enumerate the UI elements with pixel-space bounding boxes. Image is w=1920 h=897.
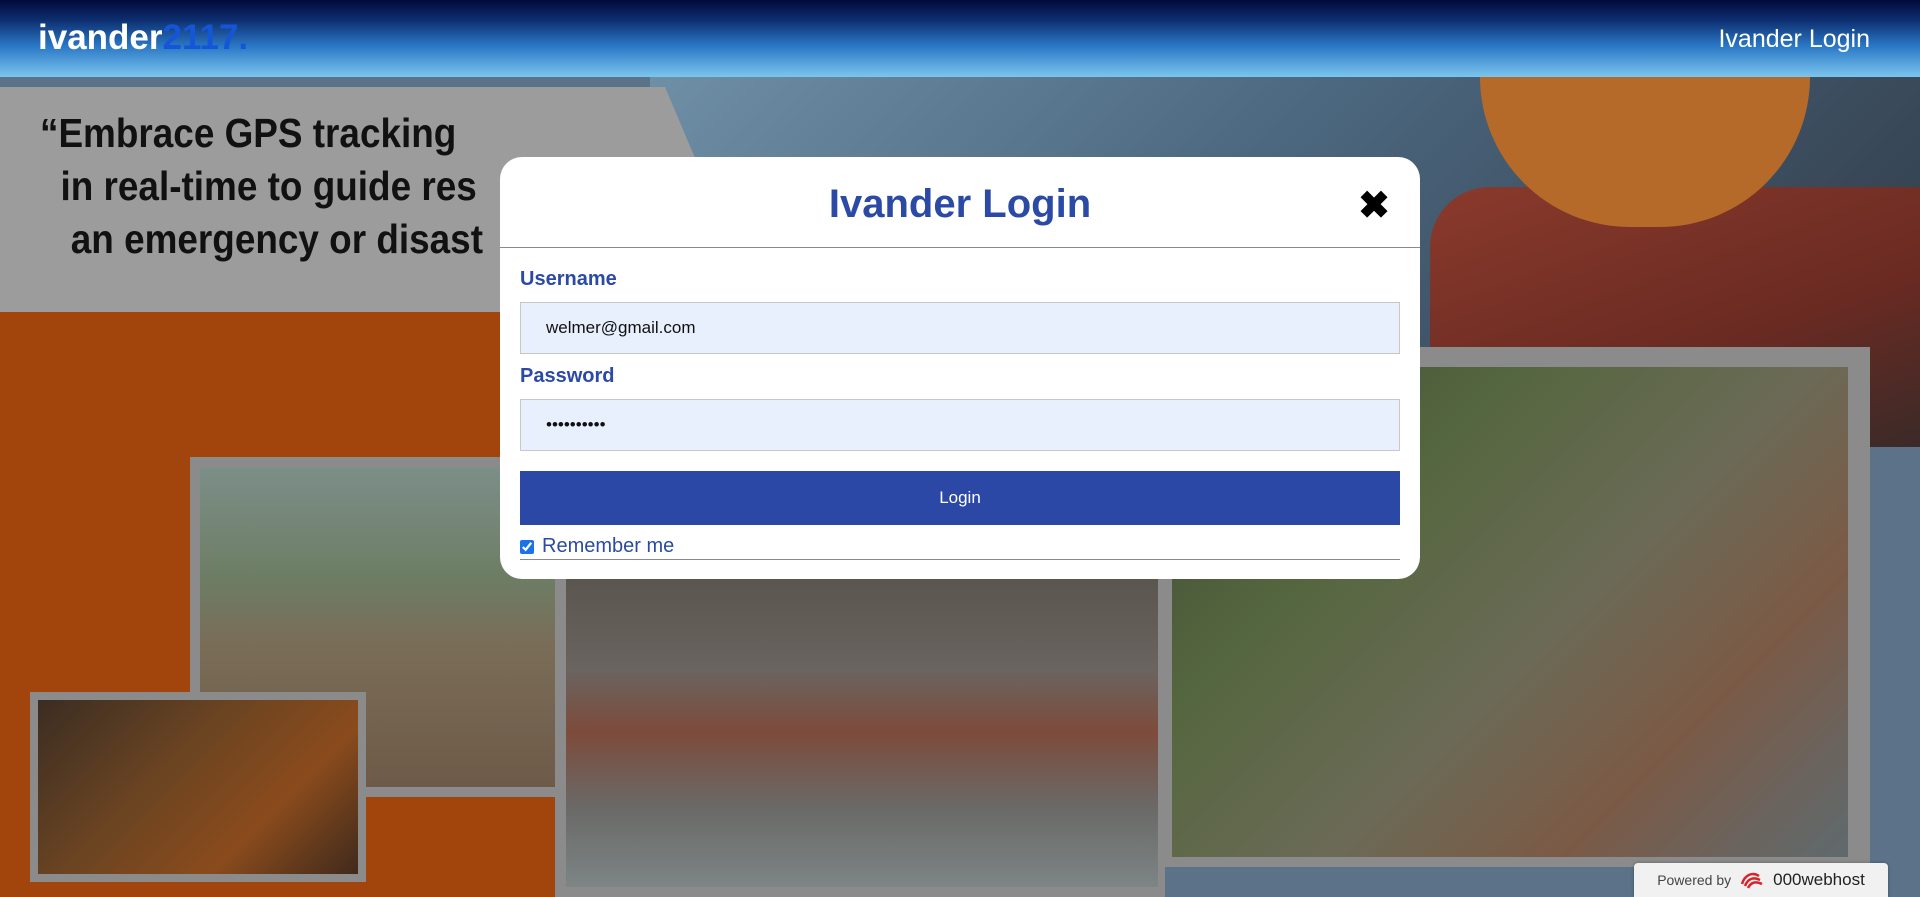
powered-by-badge[interactable]: Powered by 000webhost xyxy=(1634,863,1888,897)
brand-main-text: ivander xyxy=(38,17,163,57)
close-icon[interactable]: ✖ xyxy=(1358,187,1390,225)
login-button[interactable]: Login xyxy=(520,471,1400,525)
powered-by-text: Powered by xyxy=(1657,872,1732,888)
remember-me-label[interactable]: Remember me xyxy=(542,535,674,558)
password-label: Password xyxy=(520,365,615,387)
login-form: Username Password Login Remember me xyxy=(500,268,1420,560)
modal-header: Ivander Login ✖ xyxy=(500,157,1420,248)
login-modal: Ivander Login ✖ Username Password Login … xyxy=(500,157,1420,579)
remember-me-checkbox[interactable] xyxy=(520,539,534,554)
modal-title: Ivander Login xyxy=(828,182,1092,226)
brand-accent-text: 2117. xyxy=(162,17,249,57)
remember-row: Remember me xyxy=(520,535,1400,560)
brand-logo[interactable]: ivander2117. xyxy=(38,18,248,58)
password-input[interactable] xyxy=(520,399,1400,451)
host-name-text: 000webhost xyxy=(1773,870,1865,889)
nav-login-link[interactable]: Ivander Login xyxy=(1718,25,1870,54)
000webhost-logo-icon xyxy=(1740,872,1763,889)
username-label: Username xyxy=(520,268,617,290)
username-input[interactable] xyxy=(520,302,1400,354)
top-navbar: ivander2117. Ivander Login xyxy=(0,0,1920,77)
